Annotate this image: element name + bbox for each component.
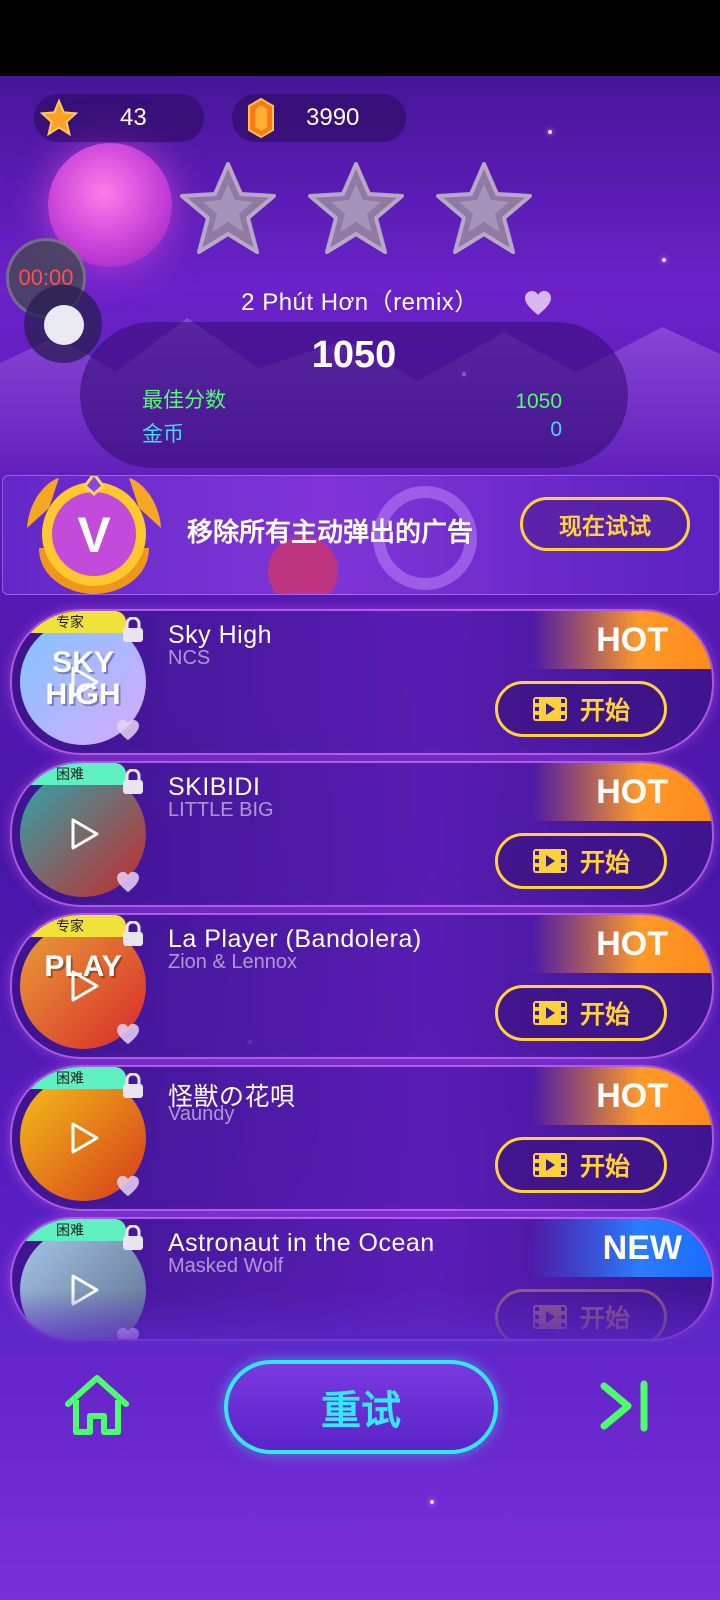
difficulty-tag: 困难 [26,1067,126,1089]
star-icon [40,99,78,137]
difficulty-tag: 困难 [26,763,126,785]
list-fade [0,1290,720,1350]
song-name: La Player (Bandolera) [168,925,422,953]
score-panel: 1050 最佳分数 1050 金币 0 [80,322,628,468]
video-ad-icon [532,849,567,873]
sparkle [430,1500,434,1504]
status-bar [0,0,720,76]
start-button-label: 开始 [579,1001,630,1029]
lock-icon [123,1225,143,1250]
difficulty-label: 困难 [56,1222,84,1238]
retry-button[interactable]: 重试 [224,1360,498,1454]
difficulty-tag: 专家 [26,611,126,633]
song-artist: Zion & Lennox [168,951,297,973]
song-tag: NEW [532,1219,712,1277]
start-button-label: 开始 [579,849,630,877]
play-icon[interactable] [70,969,100,1003]
gem-count: 3990 [306,104,360,131]
result-star-empty-icon [180,162,276,254]
home-icon[interactable] [62,1372,132,1438]
song-tag: HOT [532,611,712,669]
start-button-label: 开始 [579,1153,630,1181]
favorite-heart-icon[interactable] [524,290,552,316]
favorite-heart-icon[interactable] [116,1023,140,1045]
song-artist: NCS [168,647,211,669]
difficulty-tag: 困难 [26,1219,126,1241]
favorite-heart-icon[interactable] [116,1175,140,1197]
best-score-label: 最佳分数 [142,389,226,412]
song-artist: Vaundy [168,1103,235,1125]
start-button[interactable]: 开始 [495,985,667,1041]
lock-icon [123,1073,143,1098]
sparkle [662,258,666,262]
song-name: Astronaut in the Ocean [168,1229,435,1257]
score-value: 1050 [311,334,397,376]
play-icon[interactable] [70,665,100,699]
song-card[interactable]: SKY HIGH 专家 Sky High NCS HOT 开始 [10,609,714,755]
coins-label: 金币 [142,423,184,446]
song-artist: LITTLE BIG [168,799,274,821]
song-name: Sky High [168,621,273,649]
song-artist: Masked Wolf [168,1255,284,1277]
coins-value: 0 [550,418,562,441]
start-button-label: 开始 [579,697,630,725]
star-count: 43 [120,104,147,131]
result-star-empty-icon [436,162,532,254]
start-button[interactable]: 开始 [495,833,667,889]
video-ad-icon [532,1001,567,1025]
difficulty-label: 专家 [56,918,84,934]
star-counter: 43 [34,94,204,142]
difficulty-label: 困难 [56,766,84,782]
vip-badge-icon: V [27,476,161,594]
gem-icon [248,98,274,138]
vip-badge-letter: V [77,507,111,563]
vip-banner[interactable]: V 移除所有主动弹出的广告 现在试试 [2,475,720,595]
start-button[interactable]: 开始 [495,681,667,737]
lock-icon [123,617,143,642]
song-card[interactable]: 困难 SKIBIDI LITTLE BIG HOT 开始 [10,761,714,907]
gem-counter: 3990 [232,94,406,142]
result-star-empty-icon [308,162,404,254]
song-tag: HOT [532,915,712,973]
difficulty-label: 困难 [56,1070,84,1086]
current-song-title: 2 Phút Hơn（remix） [241,289,479,316]
song-tag: HOT [532,1067,712,1125]
favorite-heart-icon[interactable] [116,719,140,741]
next-icon[interactable] [598,1378,656,1434]
vip-banner-text: 移除所有主动弹出的广告 [187,517,474,547]
favorite-heart-icon[interactable] [116,871,140,893]
best-score-value: 1050 [515,390,562,413]
song-name: SKIBIDI [168,773,261,801]
lock-icon [123,921,143,946]
song-tag: HOT [532,763,712,821]
sparkle [548,130,552,134]
play-icon[interactable] [70,817,100,851]
result-stars [176,158,536,258]
lock-icon [123,769,143,794]
difficulty-tag: 专家 [26,915,126,937]
difficulty-label: 专家 [56,614,84,630]
video-ad-icon [532,1153,567,1177]
video-ad-icon [532,697,567,721]
start-button[interactable]: 开始 [495,1137,667,1193]
song-card[interactable]: 困难 怪獣の花唄 Vaundy HOT 开始 [10,1065,714,1211]
play-icon[interactable] [70,1121,100,1155]
song-card[interactable]: PLAY 专家 La Player (Bandolera) Zion & Len… [10,913,714,1059]
try-now-button[interactable]: 现在试试 [520,497,690,551]
